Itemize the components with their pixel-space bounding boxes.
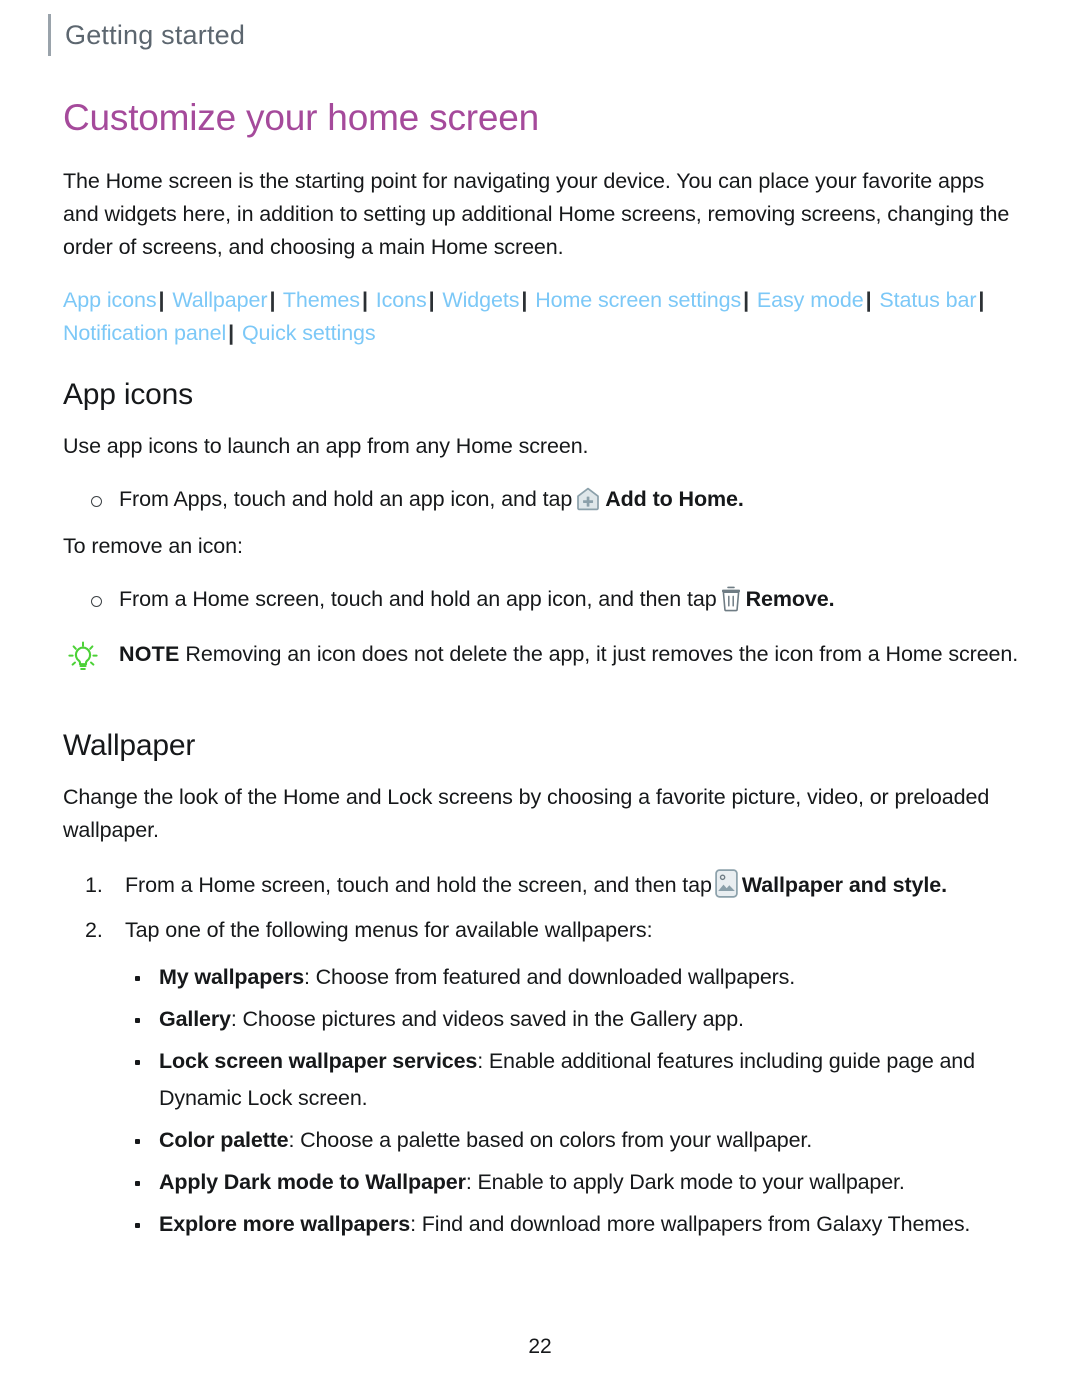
menu-item-term: Lock screen wallpaper services bbox=[159, 1049, 478, 1073]
list-item: From a Home screen, touch and hold the s… bbox=[63, 867, 1023, 904]
link-separator: | bbox=[428, 288, 435, 312]
menu-item-term: Gallery bbox=[159, 1007, 231, 1031]
step-bold-suffix: . bbox=[941, 873, 948, 897]
note-label: NOTE bbox=[119, 642, 180, 666]
link-widgets[interactable]: Widgets bbox=[442, 288, 519, 312]
step-bold-label: Wallpaper and style bbox=[741, 873, 942, 897]
wallpaper-menu-list: My wallpapers: Choose from featured and … bbox=[63, 959, 1023, 1243]
wallpaper-picture-icon bbox=[715, 869, 738, 898]
link-status-bar[interactable]: Status bar bbox=[879, 288, 976, 312]
running-header-label: Getting started bbox=[65, 20, 246, 50]
link-themes[interactable]: Themes bbox=[283, 288, 360, 312]
header-rule bbox=[48, 14, 51, 56]
list-item: Lock screen wallpaper services: Enable a… bbox=[63, 1043, 1023, 1117]
list-item: Tap one of the following menus for avail… bbox=[63, 912, 1023, 949]
page-title: Customize your home screen bbox=[63, 97, 539, 138]
running-header: Getting started bbox=[48, 14, 245, 56]
link-home-screen-settings[interactable]: Home screen settings bbox=[535, 288, 741, 312]
step-bold-label: Remove. bbox=[745, 587, 835, 611]
link-easy-mode[interactable]: Easy mode bbox=[757, 288, 864, 312]
menu-item-desc: : Choose a palette based on colors from … bbox=[288, 1128, 813, 1152]
link-quick-settings[interactable]: Quick settings bbox=[242, 321, 376, 345]
document-page: Getting started Customize your home scre… bbox=[0, 0, 1080, 1397]
lightbulb-icon bbox=[66, 640, 100, 674]
link-separator: | bbox=[521, 288, 528, 312]
wallpaper-intro: Change the look of the Home and Lock scr… bbox=[63, 785, 990, 842]
link-separator: | bbox=[228, 321, 235, 345]
note-block: NOTE Removing an icon does not delete th… bbox=[63, 638, 1023, 671]
page-number: 22 bbox=[528, 1335, 552, 1358]
list-item: Gallery: Choose pictures and videos save… bbox=[63, 1001, 1023, 1038]
link-separator: | bbox=[158, 288, 165, 312]
menu-item-term: Explore more wallpapers bbox=[159, 1212, 411, 1236]
list-item: From a Home screen, touch and hold an ap… bbox=[63, 583, 1023, 616]
menu-item-term: Apply Dark mode to Wallpaper bbox=[159, 1170, 466, 1194]
page-content: Customize your home screen The Home scre… bbox=[63, 95, 1023, 1248]
menu-item-term: My wallpapers bbox=[159, 965, 305, 989]
trash-icon bbox=[720, 586, 742, 612]
remove-icon-intro: To remove an icon: bbox=[63, 534, 243, 558]
link-notification-panel[interactable]: Notification panel bbox=[63, 321, 226, 345]
app-icons-add-step-list: From Apps, touch and hold an app icon, a… bbox=[63, 483, 1023, 516]
list-item: My wallpapers: Choose from featured and … bbox=[63, 959, 1023, 996]
step-text: Tap one of the following menus for avail… bbox=[125, 918, 653, 942]
link-icons[interactable]: Icons bbox=[376, 288, 427, 312]
step-text: From Apps, touch and hold an app icon, a… bbox=[119, 487, 573, 511]
list-item: Color palette: Choose a palette based on… bbox=[63, 1122, 1023, 1159]
app-icons-remove-step-list: From a Home screen, touch and hold an ap… bbox=[63, 583, 1023, 616]
note-text: Removing an icon does not delete the app… bbox=[185, 642, 1019, 666]
app-icons-intro: Use app icons to launch an app from any … bbox=[63, 434, 589, 458]
list-item: Apply Dark mode to Wallpaper: Enable to … bbox=[63, 1164, 1023, 1201]
wallpaper-steps-list: From a Home screen, touch and hold the s… bbox=[63, 867, 1023, 949]
menu-item-desc: : Choose pictures and videos saved in th… bbox=[230, 1007, 744, 1031]
link-separator: | bbox=[269, 288, 276, 312]
link-separator: | bbox=[865, 288, 872, 312]
link-app-icons[interactable]: App icons bbox=[63, 288, 157, 312]
intro-paragraph: The Home screen is the starting point fo… bbox=[63, 169, 1010, 259]
link-separator: | bbox=[978, 288, 985, 312]
menu-item-desc: : Find and download more wallpapers from… bbox=[410, 1212, 971, 1236]
add-to-home-icon bbox=[575, 486, 601, 512]
link-wallpaper[interactable]: Wallpaper bbox=[172, 288, 267, 312]
menu-item-desc: : Choose from featured and downloaded wa… bbox=[304, 965, 796, 989]
section-heading-app-icons: App icons bbox=[63, 378, 193, 411]
step-text: From a Home screen, touch and hold the s… bbox=[125, 873, 712, 897]
link-separator: | bbox=[361, 288, 368, 312]
menu-item-desc: : Enable to apply Dark mode to your wall… bbox=[465, 1170, 905, 1194]
menu-item-term: Color palette bbox=[159, 1128, 289, 1152]
list-item: Explore more wallpapers: Find and downlo… bbox=[63, 1206, 1023, 1243]
cross-link-row: App icons| Wallpaper| Themes| Icons| Wid… bbox=[63, 284, 998, 350]
step-text: From a Home screen, touch and hold an ap… bbox=[119, 587, 717, 611]
section-heading-wallpaper: Wallpaper bbox=[63, 729, 196, 762]
list-item: From Apps, touch and hold an app icon, a… bbox=[63, 483, 1023, 516]
step-bold-label: Add to Home. bbox=[605, 487, 744, 511]
link-separator: | bbox=[743, 288, 750, 312]
